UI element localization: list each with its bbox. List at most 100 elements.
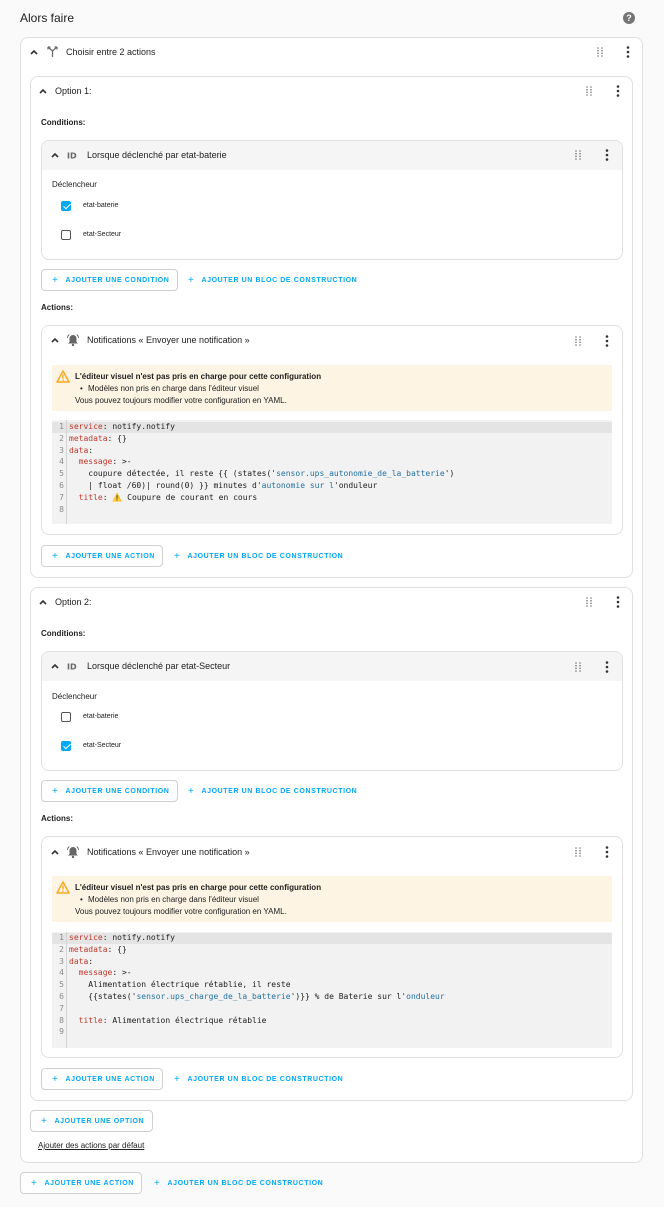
line-number: 1	[59, 933, 64, 942]
line-number: 2	[59, 944, 64, 954]
line-number: 6	[59, 481, 64, 490]
drag-handle-icon[interactable]	[585, 86, 593, 96]
more-vert-icon[interactable]	[626, 46, 630, 58]
plus-icon: +	[52, 550, 59, 562]
line-number: 7	[59, 1003, 64, 1013]
line-number: 7	[59, 492, 64, 502]
plus-icon: +	[31, 1177, 38, 1189]
warning-bullet: Modèles non pris en charge dans l'éditeu…	[88, 384, 259, 393]
warning-title: L'éditeur visuel n'est pas pris en charg…	[75, 372, 322, 381]
plus-icon: +	[188, 274, 195, 286]
add-building-block-button[interactable]: + AJOUTER UN BLOC DE CONSTRUCTION	[174, 1068, 343, 1090]
plus-icon: +	[188, 785, 195, 797]
help-icon[interactable]: ?	[623, 12, 635, 24]
add-condition-button[interactable]: + AJOUTER UNE CONDITION	[41, 269, 178, 291]
checkbox-label: etat-Secteur	[83, 742, 122, 749]
checkbox-etat-secteur[interactable]	[61, 230, 71, 240]
trigger-label: Déclencheur	[52, 692, 97, 701]
gutter	[66, 420, 67, 524]
line-number: 2	[59, 433, 64, 443]
chevron-up-icon[interactable]	[38, 597, 48, 607]
gutter	[66, 932, 67, 1048]
line-number: 9	[59, 1027, 64, 1037]
code-line: data:	[69, 445, 94, 455]
chevron-up-icon[interactable]	[50, 847, 60, 857]
line-number: 3	[59, 445, 64, 455]
drag-handle-icon[interactable]	[574, 336, 582, 346]
checkbox-etat-secteur[interactable]	[61, 741, 71, 751]
svg-text:ID: ID	[67, 152, 77, 161]
condition-title: Lorsque déclenché par etat-baterie	[87, 150, 227, 160]
chevron-up-icon[interactable]	[38, 86, 48, 96]
add-building-block-button[interactable]: + AJOUTER UN BLOC DE CONSTRUCTION	[174, 545, 343, 567]
add-action-button[interactable]: + AJOUTER UNE ACTION	[41, 1068, 163, 1090]
add-building-block-button[interactable]: + AJOUTER UN BLOC DE CONSTRUCTION	[154, 1172, 323, 1194]
more-vert-icon[interactable]	[605, 335, 609, 347]
code-line: message: >-	[69, 457, 132, 467]
code-line: {{states('sensor.ups_charge_de_la_batter…	[69, 992, 445, 1001]
code-line: title: ⚠️ Coupure de courant en cours	[69, 492, 258, 502]
yaml-editor[interactable]: 1 service: notify.notify 2 metadata: {} 3 dat…	[52, 932, 612, 1048]
line-number: 4	[59, 968, 64, 978]
code-line: service: notify.notify	[69, 422, 175, 431]
add-building-block-button[interactable]: + AJOUTER UN BLOC DE CONSTRUCTION	[188, 269, 357, 291]
action-title: Notifications « Envoyer une notification…	[87, 335, 250, 345]
line-number: 1	[59, 422, 64, 431]
code-line: message: >-	[69, 968, 132, 978]
checkbox-etat-baterie[interactable]	[61, 712, 71, 722]
trigger-condition-icon: ID	[67, 663, 77, 672]
drag-handle-icon[interactable]	[574, 847, 582, 857]
code-line: metadata: {}	[69, 944, 127, 954]
option-title: Option 2:	[55, 597, 92, 607]
yaml-editor[interactable]: 1 service: notify.notify 2 metadata: {} 3 dat…	[52, 420, 612, 524]
line-number: 5	[59, 980, 64, 990]
add-condition-button[interactable]: + AJOUTER UNE CONDITION	[41, 780, 178, 802]
code-line: service: notify.notify	[69, 933, 175, 942]
drag-handle-icon[interactable]	[585, 597, 593, 607]
line-number: 3	[59, 956, 64, 966]
checkbox-label: etat-baterie	[83, 202, 119, 209]
line-number: 5	[59, 469, 64, 479]
choose-title: Choisir entre 2 actions	[66, 47, 156, 57]
warning-title: L'éditeur visuel n'est pas pris en charg…	[75, 883, 322, 892]
checkbox-label: etat-Secteur	[83, 231, 122, 238]
conditions-label: Conditions:	[41, 118, 86, 127]
more-vert-icon[interactable]	[605, 149, 609, 161]
add-default-actions-link[interactable]: Ajouter des actions par défaut	[38, 1141, 144, 1150]
warning-bullet-dot: •	[80, 384, 83, 393]
line-number: 6	[59, 992, 64, 1001]
line-number: 4	[59, 457, 64, 467]
add-action-button[interactable]: + AJOUTER UNE ACTION	[20, 1172, 142, 1194]
page-title: Alors faire	[20, 11, 75, 25]
drag-handle-icon[interactable]	[574, 662, 582, 672]
plus-icon: +	[52, 785, 59, 797]
more-vert-icon[interactable]	[616, 596, 620, 608]
checkbox-label: etat-baterie	[83, 713, 119, 720]
chevron-up-icon[interactable]	[29, 47, 39, 57]
code-line: data:	[69, 956, 94, 966]
more-vert-icon[interactable]	[605, 661, 609, 673]
chevron-up-icon[interactable]	[50, 335, 60, 345]
trigger-label: Déclencheur	[52, 180, 97, 189]
more-vert-icon[interactable]	[616, 85, 620, 97]
bell-icon	[67, 334, 79, 347]
add-option-button[interactable]: + AJOUTER UNE OPTION	[30, 1110, 153, 1132]
plus-icon: +	[52, 274, 59, 286]
chevron-up-icon[interactable]	[50, 661, 60, 671]
bell-icon	[67, 846, 79, 859]
warning-icon	[56, 881, 70, 894]
chevron-up-icon[interactable]	[50, 150, 60, 160]
actions-label: Actions:	[41, 814, 73, 823]
code-line: Alimentation électrique rétablie, il res…	[69, 980, 291, 990]
add-action-button[interactable]: + AJOUTER UNE ACTION	[41, 545, 163, 567]
drag-handle-icon[interactable]	[596, 47, 604, 57]
warning-bullet: Modèles non pris en charge dans l'éditeu…	[88, 895, 259, 904]
drag-handle-icon[interactable]	[574, 150, 582, 160]
add-building-block-button[interactable]: + AJOUTER UN BLOC DE CONSTRUCTION	[188, 780, 357, 802]
more-vert-icon[interactable]	[605, 846, 609, 858]
plus-icon: +	[154, 1177, 161, 1189]
condition-title: Lorsque déclenché par etat-Secteur	[87, 661, 231, 671]
checkbox-etat-baterie[interactable]	[61, 201, 71, 211]
code-line: coupure détectée, il reste {{ (states('s…	[69, 469, 455, 479]
warning-note: Vous pouvez toujours modifier votre conf…	[75, 907, 287, 916]
